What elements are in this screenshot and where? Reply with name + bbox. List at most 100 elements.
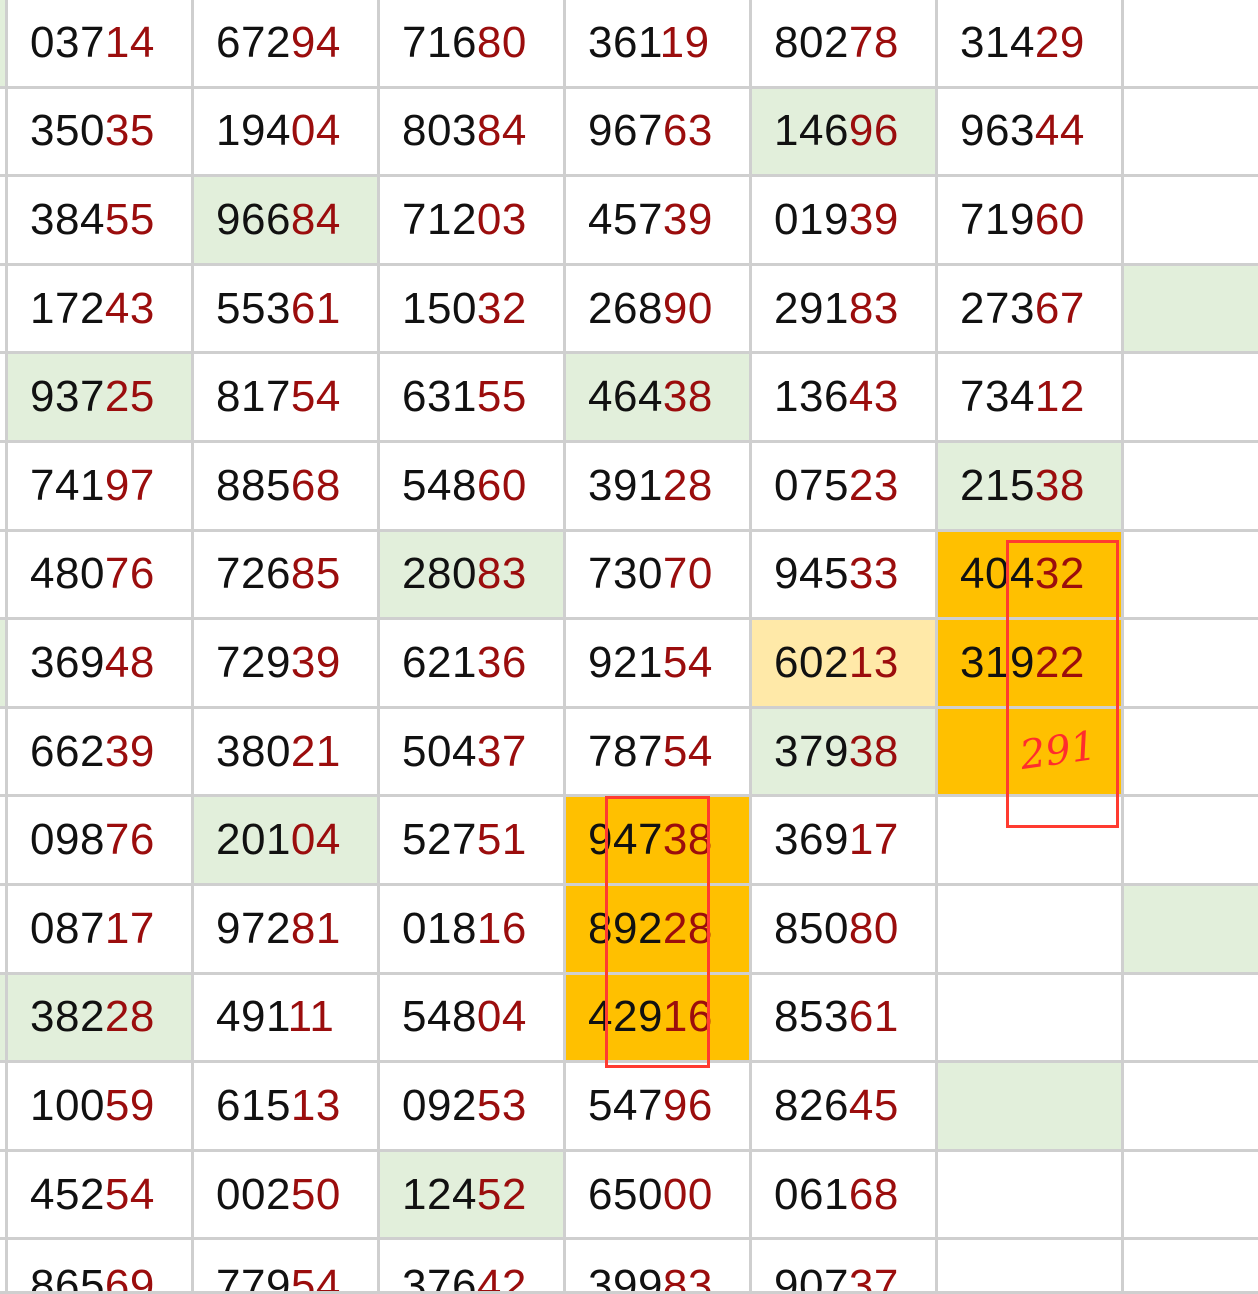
number-cell[interactable]: 06168 xyxy=(752,1151,938,1241)
number-cell[interactable]: 49111 xyxy=(194,974,380,1064)
number-cell[interactable]: 82645 xyxy=(752,1063,938,1152)
number-cell[interactable]: 86569 xyxy=(8,1240,194,1294)
number-cell[interactable]: 20104 xyxy=(194,797,380,886)
number-cell[interactable]: 00250 xyxy=(194,1151,380,1241)
number-cell[interactable]: 39983 xyxy=(566,1240,752,1294)
number-cell[interactable]: 60213 xyxy=(752,620,938,709)
empty-cell[interactable] xyxy=(1124,442,1258,532)
number-cell[interactable]: 74197 xyxy=(8,442,194,532)
number-cell[interactable]: 96684 xyxy=(194,177,380,266)
number-cell[interactable]: 63155 xyxy=(380,354,566,443)
number-cell[interactable]: 72685 xyxy=(194,531,380,621)
number-cell[interactable]: 72939 xyxy=(194,620,380,709)
number-cell[interactable] xyxy=(938,1063,1124,1152)
number-cell[interactable]: 61513 xyxy=(194,1063,380,1152)
number-cell[interactable]: 13643 xyxy=(752,354,938,443)
number-cell[interactable]: 45254 xyxy=(8,1151,194,1241)
number-cell[interactable]: 27367 xyxy=(938,265,1124,355)
number-cell[interactable]: 67294 xyxy=(194,0,380,89)
number-cell[interactable]: 78754 xyxy=(566,708,752,798)
number-cell[interactable]: 03714 xyxy=(8,0,194,89)
number-cell[interactable]: 54796 xyxy=(566,1063,752,1152)
number-cell[interactable]: 08717 xyxy=(8,885,194,975)
number-cell[interactable]: 90737 xyxy=(752,1240,938,1294)
empty-cell[interactable] xyxy=(1124,0,1258,89)
number-cell[interactable]: 65000 xyxy=(566,1151,752,1241)
number-cell[interactable]: 71680 xyxy=(380,0,566,89)
number-cell[interactable]: 01939 xyxy=(752,177,938,266)
number-cell[interactable]: 89228 xyxy=(566,885,752,975)
number-cell[interactable]: 21538 xyxy=(938,442,1124,532)
empty-cell[interactable] xyxy=(1124,885,1258,975)
number-cell[interactable]: 31922 xyxy=(938,620,1124,709)
number-cell[interactable]: 12452 xyxy=(380,1151,566,1241)
number-cell[interactable]: 10059 xyxy=(8,1063,194,1152)
number-cell[interactable]: 85080 xyxy=(752,885,938,975)
empty-cell[interactable] xyxy=(1124,708,1258,798)
empty-cell[interactable] xyxy=(1124,1240,1258,1294)
number-cell[interactable]: 80384 xyxy=(380,88,566,178)
number-cell[interactable]: 39128 xyxy=(566,442,752,532)
number-cell[interactable]: 45739 xyxy=(566,177,752,266)
number-cell[interactable] xyxy=(938,1240,1124,1294)
empty-cell[interactable] xyxy=(1124,88,1258,178)
number-cell[interactable]: 93725 xyxy=(8,354,194,443)
number-cell[interactable]: 92154 xyxy=(566,620,752,709)
empty-cell[interactable] xyxy=(1124,797,1258,886)
number-cell[interactable]: 85361 xyxy=(752,974,938,1064)
number-cell[interactable]: 26890 xyxy=(566,265,752,355)
number-cell[interactable]: 15032 xyxy=(380,265,566,355)
empty-cell[interactable] xyxy=(1124,531,1258,621)
empty-cell[interactable] xyxy=(1124,620,1258,709)
number-cell[interactable]: 19404 xyxy=(194,88,380,178)
number-cell[interactable]: 38021 xyxy=(194,708,380,798)
number-cell[interactable]: 94533 xyxy=(752,531,938,621)
number-cell[interactable]: 62136 xyxy=(380,620,566,709)
number-cell[interactable]: 94738 xyxy=(566,797,752,886)
number-cell[interactable] xyxy=(938,1151,1124,1241)
number-cell[interactable]: 38455 xyxy=(8,177,194,266)
number-cell[interactable]: 35035 xyxy=(8,88,194,178)
number-cell[interactable]: 09253 xyxy=(380,1063,566,1152)
number-cell[interactable]: 96344 xyxy=(938,88,1124,178)
number-cell[interactable]: 37642 xyxy=(380,1240,566,1294)
number-cell[interactable]: 50437 xyxy=(380,708,566,798)
number-cell[interactable]: 97281 xyxy=(194,885,380,975)
number-cell[interactable]: 36119 xyxy=(566,0,752,89)
number-cell[interactable]: 36948 xyxy=(8,620,194,709)
number-cell[interactable]: 14696 xyxy=(752,88,938,178)
number-cell[interactable]: 80278 xyxy=(752,0,938,89)
number-cell[interactable]: 81754 xyxy=(194,354,380,443)
empty-cell[interactable] xyxy=(1124,1151,1258,1241)
number-cell[interactable]: 01816 xyxy=(380,885,566,975)
number-cell[interactable]: 54860 xyxy=(380,442,566,532)
number-cell[interactable]: 42916 xyxy=(566,974,752,1064)
number-cell[interactable] xyxy=(938,708,1124,798)
number-cell[interactable]: 17243 xyxy=(8,265,194,355)
empty-cell[interactable] xyxy=(1124,265,1258,355)
empty-cell[interactable] xyxy=(1124,177,1258,266)
number-cell[interactable]: 88568 xyxy=(194,442,380,532)
number-cell[interactable]: 96763 xyxy=(566,88,752,178)
number-cell[interactable]: 37938 xyxy=(752,708,938,798)
number-cell[interactable]: 54804 xyxy=(380,974,566,1064)
number-cell[interactable]: 38228 xyxy=(8,974,194,1064)
number-cell[interactable]: 29183 xyxy=(752,265,938,355)
empty-cell[interactable] xyxy=(1124,354,1258,443)
number-cell[interactable]: 73070 xyxy=(566,531,752,621)
number-cell[interactable]: 55361 xyxy=(194,265,380,355)
number-cell[interactable]: 40432 xyxy=(938,531,1124,621)
number-cell[interactable]: 71203 xyxy=(380,177,566,266)
number-cell[interactable]: 52751 xyxy=(380,797,566,886)
number-cell[interactable]: 71960 xyxy=(938,177,1124,266)
number-cell[interactable]: 46438 xyxy=(566,354,752,443)
number-cell[interactable]: 28083 xyxy=(380,531,566,621)
number-cell[interactable] xyxy=(938,797,1124,886)
number-cell[interactable]: 31429 xyxy=(938,0,1124,89)
number-cell[interactable]: 09876 xyxy=(8,797,194,886)
number-cell[interactable]: 73412 xyxy=(938,354,1124,443)
number-cell[interactable]: 77954 xyxy=(194,1240,380,1294)
number-cell[interactable] xyxy=(938,885,1124,975)
number-cell[interactable]: 36917 xyxy=(752,797,938,886)
number-cell[interactable]: 07523 xyxy=(752,442,938,532)
